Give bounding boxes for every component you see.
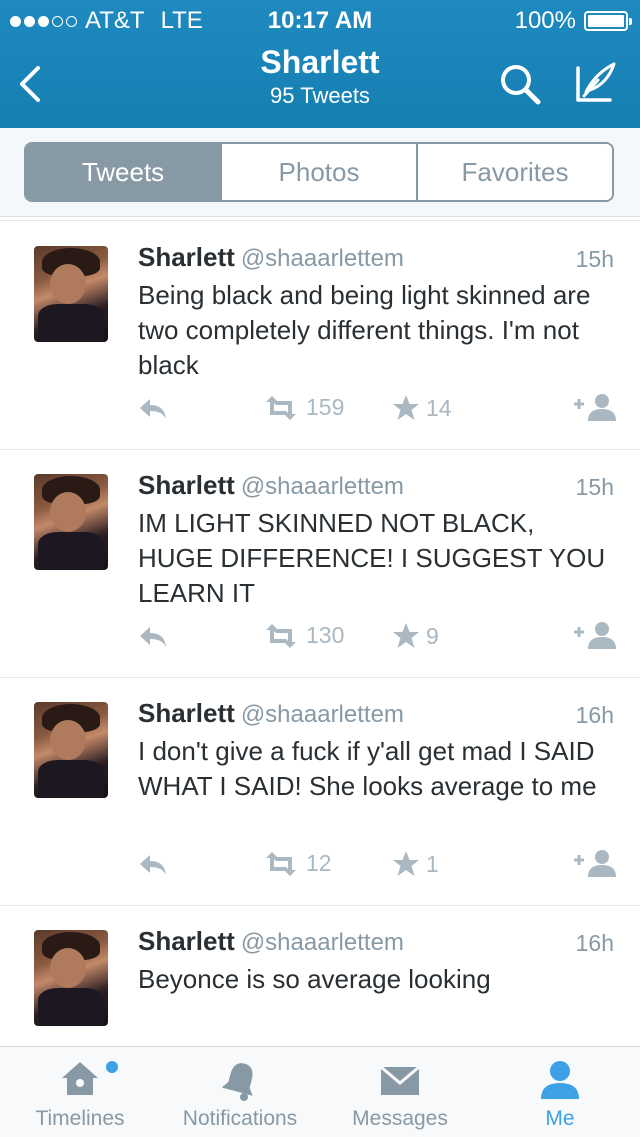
tab-messages[interactable]: Messages xyxy=(320,1047,480,1137)
tweet-item[interactable]: Sharlett @shaaarlettem 15h IM LIGHT SKINN… xyxy=(0,450,640,678)
tab-label: Me xyxy=(545,1107,575,1130)
favorite-count: 14 xyxy=(426,394,452,421)
segment-tweets[interactable]: Tweets xyxy=(26,144,220,200)
retweet-button[interactable]: 130 xyxy=(262,622,344,649)
tab-notifications[interactable]: Notifications xyxy=(160,1047,320,1137)
add-user-icon xyxy=(574,622,616,649)
author-name: Sharlett xyxy=(138,242,235,272)
tweet-count: 95 Tweets xyxy=(270,83,370,108)
battery-status: 100% xyxy=(514,7,632,35)
nav-header: AT&T LTE 10:17 AM 100% Sharlett 95 Tweet… xyxy=(0,0,640,128)
follow-button[interactable] xyxy=(572,620,616,650)
compose-button[interactable] xyxy=(572,58,620,106)
retweet-icon xyxy=(266,623,296,648)
profile-title: Sharlett 95 Tweets xyxy=(0,44,640,109)
star-icon xyxy=(393,395,419,420)
tweet-text: Beyonce is so average looking xyxy=(138,964,491,994)
home-icon xyxy=(62,1062,98,1095)
avatar[interactable] xyxy=(34,246,108,342)
tweet-author: Sharlett @shaaarlettem xyxy=(138,242,404,273)
author-handle: @shaaarlettem xyxy=(240,473,404,500)
retweet-icon xyxy=(266,851,296,876)
star-icon xyxy=(393,851,419,876)
avatar[interactable] xyxy=(34,474,108,570)
search-button[interactable] xyxy=(498,62,544,106)
retweet-button[interactable]: 159 xyxy=(262,394,344,421)
avatar[interactable] xyxy=(34,702,108,798)
tweet-author: Sharlett @shaaarlettem xyxy=(138,470,404,501)
tweet-text: Being black and being light skinned are … xyxy=(138,280,591,380)
favorite-count: 1 xyxy=(426,850,439,877)
star-icon xyxy=(393,623,419,648)
segment-photos[interactable]: Photos xyxy=(220,144,416,200)
tweet-text: IM LIGHT SKINNED NOT BLACK, HUGE DIFFERE… xyxy=(138,508,606,608)
author-name: Sharlett xyxy=(138,926,235,956)
retweet-count: 12 xyxy=(306,850,332,876)
author-handle: @shaaarlettem xyxy=(240,245,404,272)
divider xyxy=(0,220,640,221)
favorite-button[interactable]: 9 xyxy=(392,622,439,650)
retweet-button[interactable]: 12 xyxy=(262,850,332,877)
tab-timelines[interactable]: Timelines xyxy=(0,1047,160,1137)
compose-quill-icon xyxy=(576,62,616,102)
battery-percent: 100% xyxy=(514,7,576,34)
author-name: Sharlett xyxy=(138,470,235,500)
reply-icon xyxy=(140,399,166,419)
tab-me[interactable]: Me xyxy=(480,1047,640,1137)
reply-icon xyxy=(140,627,166,647)
tweet-item[interactable]: Sharlett @shaaarlettem 15h Being black an… xyxy=(0,222,640,450)
favorite-button[interactable]: 14 xyxy=(392,394,452,422)
tweet-actions: 12 1 xyxy=(0,846,640,886)
follow-button[interactable] xyxy=(572,848,616,878)
profile-name: Sharlett xyxy=(260,44,380,80)
tweet-author: Sharlett @shaaarlettem xyxy=(138,926,404,957)
favorite-count: 9 xyxy=(426,622,439,649)
tweet-feed[interactable]: Sharlett @shaaarlettem 15h Being black an… xyxy=(0,222,640,1086)
tweet-time: 15h xyxy=(575,246,614,272)
favorite-button[interactable]: 1 xyxy=(392,850,439,878)
reply-button[interactable] xyxy=(138,852,168,878)
follow-button[interactable] xyxy=(572,392,616,422)
retweet-count: 159 xyxy=(306,394,345,420)
author-handle: @shaaarlettem xyxy=(240,929,404,956)
author-handle: @shaaarlettem xyxy=(240,701,404,728)
user-icon xyxy=(541,1061,579,1099)
bell-icon xyxy=(221,1063,253,1101)
tweet-actions: 130 9 xyxy=(0,618,640,658)
tab-label: Messages xyxy=(352,1107,448,1130)
tab-label: Timelines xyxy=(35,1107,125,1130)
avatar[interactable] xyxy=(34,930,108,1026)
reply-button[interactable] xyxy=(138,624,168,650)
author-name: Sharlett xyxy=(138,698,235,728)
retweet-icon xyxy=(266,395,296,420)
tweet-time: 15h xyxy=(575,474,614,500)
search-icon xyxy=(501,65,541,105)
new-content-indicator xyxy=(106,1061,118,1073)
retweet-count: 130 xyxy=(306,622,345,648)
envelope-icon xyxy=(380,1065,420,1095)
add-user-icon xyxy=(574,850,616,877)
status-bar: AT&T LTE 10:17 AM 100% xyxy=(0,0,640,40)
tweet-text: I don't give a fuck if y'all get mad I S… xyxy=(138,736,597,801)
tab-label: Notifications xyxy=(182,1107,298,1130)
tweet-author: Sharlett @shaaarlettem xyxy=(138,698,404,729)
reply-icon xyxy=(140,855,166,875)
tweet-time: 16h xyxy=(575,930,614,956)
tweet-item[interactable]: Sharlett @shaaarlettem 16h I don't give a… xyxy=(0,678,640,906)
reply-button[interactable] xyxy=(138,396,168,422)
add-user-icon xyxy=(574,394,616,421)
segment-bar: Tweets Photos Favorites xyxy=(0,128,640,217)
battery-icon xyxy=(584,11,632,31)
segment-favorites[interactable]: Favorites xyxy=(416,144,612,200)
tweet-time: 16h xyxy=(575,702,614,728)
segmented-control: Tweets Photos Favorites xyxy=(24,142,614,202)
tweet-actions: 159 14 xyxy=(0,390,640,430)
tab-bar: Timelines Notifications Messages Me xyxy=(0,1046,640,1137)
